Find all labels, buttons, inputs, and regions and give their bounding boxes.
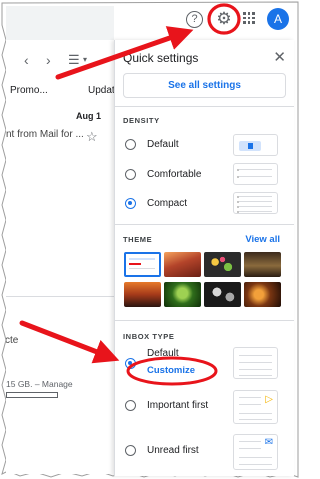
storage-usage-text: 15 GB. – Manage <box>6 379 73 389</box>
apps-grid-icon[interactable] <box>243 12 255 24</box>
theme-lanterns-tile[interactable] <box>244 282 281 307</box>
tab-updates[interactable]: Updat <box>88 85 114 96</box>
tab-promotions[interactable]: Promo... <box>10 85 48 96</box>
inbox-important-first-radio[interactable] <box>125 400 136 411</box>
theme-bubbles-tile[interactable] <box>204 252 241 277</box>
view-all-themes-link[interactable]: View all <box>245 234 280 245</box>
density-compact-radio[interactable] <box>125 198 136 209</box>
list-item[interactable]: nt from Mail for ... ☆ <box>6 129 114 147</box>
theme-canyon-tile[interactable] <box>164 252 201 277</box>
density-compact-label[interactable]: Compact <box>147 198 187 209</box>
inbox-default-radio[interactable] <box>125 358 136 369</box>
theme-default-tile[interactable] <box>124 252 161 277</box>
inbox-important-first-preview: ▷ <box>233 390 278 424</box>
theme-sunset-sea-tile[interactable] <box>124 282 161 307</box>
panel-title: Quick settings <box>123 51 199 65</box>
divider <box>115 224 294 225</box>
inbox-unread-first-radio[interactable] <box>125 445 136 456</box>
inbox-default-preview <box>233 347 278 379</box>
theme-heading: THEME <box>123 235 153 244</box>
inbox-type-heading: INBOX TYPE <box>123 332 175 341</box>
divider <box>6 296 114 297</box>
category-tabs: Promo... Updat <box>6 81 114 103</box>
quick-settings-panel: Quick settings ✕ See all settings DENSIT… <box>114 40 294 476</box>
density-default-preview <box>233 134 278 156</box>
divider <box>115 106 294 107</box>
theme-leaf-tile[interactable] <box>164 282 201 307</box>
customize-link[interactable]: Customize <box>147 365 195 376</box>
important-marker-icon: ▷ <box>265 394 273 405</box>
inbox-default-label[interactable]: Default <box>147 348 179 359</box>
density-menu-caret[interactable]: ▾ <box>83 55 87 64</box>
density-comfortable-preview <box>233 163 278 185</box>
density-menu-icon[interactable]: ☰ <box>68 52 80 68</box>
mail-toolbar: ‹ › ☰ ▾ <box>6 48 114 76</box>
storage-partial-label: cte <box>6 335 19 346</box>
chevron-right-icon[interactable]: › <box>46 52 51 68</box>
chevron-left-icon[interactable]: ‹ <box>24 52 29 68</box>
theme-chess-tile[interactable] <box>244 252 281 277</box>
density-comfortable-radio[interactable] <box>125 169 136 180</box>
inbox-important-first-label[interactable]: Important first <box>147 400 208 411</box>
mail-date: Aug 1 <box>76 111 102 121</box>
star-outline-icon[interactable]: ☆ <box>86 129 98 145</box>
inbox-unread-first-preview: ✉ <box>233 434 278 470</box>
density-default-label[interactable]: Default <box>147 139 179 150</box>
density-compact-preview <box>233 192 278 214</box>
envelope-icon: ✉ <box>264 437 273 448</box>
gear-icon[interactable]: ⚙ <box>211 6 237 32</box>
help-circle-icon[interactable]: ? <box>186 11 203 28</box>
mail-list-area: ▼ ‹ › ☰ ▾ Promo... Updat Aug 1 nt from M… <box>6 6 114 474</box>
density-heading: DENSITY <box>123 116 160 125</box>
density-comfortable-label[interactable]: Comfortable <box>147 169 201 180</box>
close-icon[interactable]: ✕ <box>273 48 286 66</box>
theme-bubbles-mono-tile[interactable] <box>204 282 241 307</box>
search-bar[interactable]: ▼ <box>6 6 114 40</box>
density-default-radio[interactable] <box>125 139 136 150</box>
see-all-settings-button[interactable]: See all settings <box>123 73 286 98</box>
divider <box>115 320 294 321</box>
avatar[interactable]: A <box>267 8 289 30</box>
storage-usage-bar <box>6 392 58 398</box>
inbox-unread-first-label[interactable]: Unread first <box>147 445 199 456</box>
mail-snippet: nt from Mail for ... <box>6 129 84 140</box>
